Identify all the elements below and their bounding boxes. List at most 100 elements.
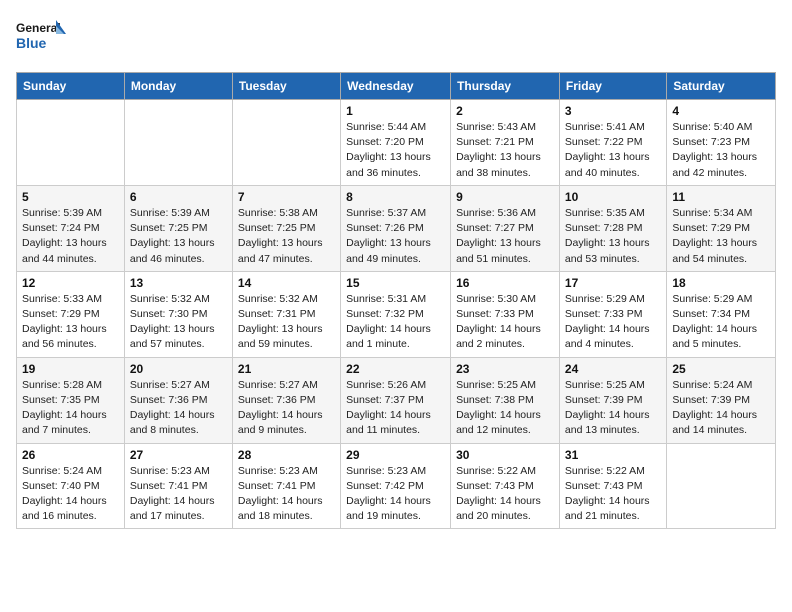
calendar-table: SundayMondayTuesdayWednesdayThursdayFrid… xyxy=(16,72,776,529)
day-number: 2 xyxy=(456,104,554,118)
calendar-cell: 16 Sunrise: 5:30 AMSunset: 7:33 PMDayligh… xyxy=(451,271,560,357)
calendar-cell: 21Sunrise: 5:27 AMSunset: 7:36 PMDayligh… xyxy=(232,357,340,443)
calendar-cell: 27 Sunrise: 5:23 AMSunset: 7:41 PMDayligh… xyxy=(124,443,232,529)
day-number: 18 xyxy=(672,276,770,290)
calendar-cell: 7 Sunrise: 5:38 AMSunset: 7:25 PMDaylight… xyxy=(232,185,340,271)
day-info: Sunrise: 5:25 AMSunset: 7:39 PMDaylight:… xyxy=(565,378,661,439)
calendar-cell: 4 Sunrise: 5:40 AMSunset: 7:23 PMDaylight… xyxy=(667,100,776,186)
day-header-wednesday: Wednesday xyxy=(341,73,451,100)
day-number: 16 xyxy=(456,276,554,290)
day-number: 3 xyxy=(565,104,661,118)
day-number: 30 xyxy=(456,448,554,462)
day-info: Sunrise: 5:29 AMSunset: 7:33 PMDaylight:… xyxy=(565,292,661,353)
calendar-week-2: 5Sunrise: 5:39 AMSunset: 7:24 PMDaylight… xyxy=(17,185,776,271)
day-number: 28 xyxy=(238,448,335,462)
day-info: Sunrise: 5:40 AMSunset: 7:23 PMDaylight:… xyxy=(672,120,770,181)
calendar-cell xyxy=(124,100,232,186)
day-header-tuesday: Tuesday xyxy=(232,73,340,100)
day-number: 24 xyxy=(565,362,661,376)
calendar-cell: 6Sunrise: 5:39 AMSunset: 7:25 PMDaylight… xyxy=(124,185,232,271)
svg-text:Blue: Blue xyxy=(16,35,47,51)
calendar-cell: 5Sunrise: 5:39 AMSunset: 7:24 PMDaylight… xyxy=(17,185,125,271)
calendar-cell: 26 Sunrise: 5:24 AMSunset: 7:40 PMDayligh… xyxy=(17,443,125,529)
calendar-week-5: 26 Sunrise: 5:24 AMSunset: 7:40 PMDayligh… xyxy=(17,443,776,529)
calendar-cell: 9Sunrise: 5:36 AMSunset: 7:27 PMDaylight… xyxy=(451,185,560,271)
calendar-cell: 10 Sunrise: 5:35 AMSunset: 7:28 PMDayligh… xyxy=(559,185,666,271)
day-info: Sunrise: 5:24 AMSunset: 7:39 PMDaylight:… xyxy=(672,378,770,439)
day-info: Sunrise: 5:32 AMSunset: 7:30 PMDaylight:… xyxy=(130,292,227,353)
calendar-week-3: 12 Sunrise: 5:33 AMSunset: 7:29 PMDayligh… xyxy=(17,271,776,357)
day-header-saturday: Saturday xyxy=(667,73,776,100)
day-info: Sunrise: 5:44 AMSunset: 7:20 PMDaylight:… xyxy=(346,120,445,181)
calendar-cell: 28 Sunrise: 5:23 AMSunset: 7:41 PMDayligh… xyxy=(232,443,340,529)
calendar-cell: 11 Sunrise: 5:34 AMSunset: 7:29 PMDayligh… xyxy=(667,185,776,271)
day-number: 22 xyxy=(346,362,445,376)
day-number: 27 xyxy=(130,448,227,462)
day-info: Sunrise: 5:38 AMSunset: 7:25 PMDaylight:… xyxy=(238,206,335,267)
calendar-header-row: SundayMondayTuesdayWednesdayThursdayFrid… xyxy=(17,73,776,100)
calendar-cell: 8 Sunrise: 5:37 AMSunset: 7:26 PMDaylight… xyxy=(341,185,451,271)
day-info: Sunrise: 5:23 AMSunset: 7:41 PMDaylight:… xyxy=(238,464,335,525)
calendar-cell: 29Sunrise: 5:23 AMSunset: 7:42 PMDayligh… xyxy=(341,443,451,529)
calendar-cell: 3Sunrise: 5:41 AMSunset: 7:22 PMDaylight… xyxy=(559,100,666,186)
day-number: 7 xyxy=(238,190,335,204)
day-number: 4 xyxy=(672,104,770,118)
calendar-cell: 30Sunrise: 5:22 AMSunset: 7:43 PMDayligh… xyxy=(451,443,560,529)
day-info: Sunrise: 5:37 AMSunset: 7:26 PMDaylight:… xyxy=(346,206,445,267)
calendar-cell xyxy=(667,443,776,529)
day-info: Sunrise: 5:35 AMSunset: 7:28 PMDaylight:… xyxy=(565,206,661,267)
day-info: Sunrise: 5:28 AMSunset: 7:35 PMDaylight:… xyxy=(22,378,119,439)
day-number: 13 xyxy=(130,276,227,290)
day-number: 15 xyxy=(346,276,445,290)
day-number: 14 xyxy=(238,276,335,290)
day-info: Sunrise: 5:25 AMSunset: 7:38 PMDaylight:… xyxy=(456,378,554,439)
day-info: Sunrise: 5:33 AMSunset: 7:29 PMDaylight:… xyxy=(22,292,119,353)
calendar-cell: 18 Sunrise: 5:29 AMSunset: 7:34 PMDayligh… xyxy=(667,271,776,357)
calendar-cell: 24 Sunrise: 5:25 AMSunset: 7:39 PMDayligh… xyxy=(559,357,666,443)
day-number: 6 xyxy=(130,190,227,204)
calendar-cell: 14 Sunrise: 5:32 AMSunset: 7:31 PMDayligh… xyxy=(232,271,340,357)
day-number: 26 xyxy=(22,448,119,462)
calendar-cell: 13 Sunrise: 5:32 AMSunset: 7:30 PMDayligh… xyxy=(124,271,232,357)
calendar-cell: 25 Sunrise: 5:24 AMSunset: 7:39 PMDayligh… xyxy=(667,357,776,443)
calendar-cell: 1 Sunrise: 5:44 AMSunset: 7:20 PMDaylight… xyxy=(341,100,451,186)
calendar-cell: 2 Sunrise: 5:43 AMSunset: 7:21 PMDaylight… xyxy=(451,100,560,186)
day-number: 19 xyxy=(22,362,119,376)
day-info: Sunrise: 5:23 AMSunset: 7:42 PMDaylight:… xyxy=(346,464,445,525)
day-info: Sunrise: 5:27 AMSunset: 7:36 PMDaylight:… xyxy=(130,378,227,439)
logo: General Blue xyxy=(16,16,66,60)
day-info: Sunrise: 5:22 AMSunset: 7:43 PMDaylight:… xyxy=(565,464,661,525)
calendar-cell: 20Sunrise: 5:27 AMSunset: 7:36 PMDayligh… xyxy=(124,357,232,443)
day-info: Sunrise: 5:23 AMSunset: 7:41 PMDaylight:… xyxy=(130,464,227,525)
calendar-cell xyxy=(17,100,125,186)
calendar-cell xyxy=(232,100,340,186)
day-number: 9 xyxy=(456,190,554,204)
day-header-sunday: Sunday xyxy=(17,73,125,100)
day-header-monday: Monday xyxy=(124,73,232,100)
logo-svg: General Blue xyxy=(16,16,66,60)
day-info: Sunrise: 5:32 AMSunset: 7:31 PMDaylight:… xyxy=(238,292,335,353)
day-number: 25 xyxy=(672,362,770,376)
day-number: 11 xyxy=(672,190,770,204)
day-info: Sunrise: 5:39 AMSunset: 7:24 PMDaylight:… xyxy=(22,206,119,267)
day-number: 10 xyxy=(565,190,661,204)
calendar-cell: 22Sunrise: 5:26 AMSunset: 7:37 PMDayligh… xyxy=(341,357,451,443)
calendar-cell: 15 Sunrise: 5:31 AMSunset: 7:32 PMDayligh… xyxy=(341,271,451,357)
day-info: Sunrise: 5:29 AMSunset: 7:34 PMDaylight:… xyxy=(672,292,770,353)
calendar-week-1: 1 Sunrise: 5:44 AMSunset: 7:20 PMDaylight… xyxy=(17,100,776,186)
day-info: Sunrise: 5:30 AMSunset: 7:33 PMDaylight:… xyxy=(456,292,554,353)
calendar-week-4: 19 Sunrise: 5:28 AMSunset: 7:35 PMDayligh… xyxy=(17,357,776,443)
day-header-friday: Friday xyxy=(559,73,666,100)
day-header-thursday: Thursday xyxy=(451,73,560,100)
day-number: 12 xyxy=(22,276,119,290)
day-number: 21 xyxy=(238,362,335,376)
day-info: Sunrise: 5:24 AMSunset: 7:40 PMDaylight:… xyxy=(22,464,119,525)
calendar-cell: 19 Sunrise: 5:28 AMSunset: 7:35 PMDayligh… xyxy=(17,357,125,443)
day-info: Sunrise: 5:31 AMSunset: 7:32 PMDaylight:… xyxy=(346,292,445,353)
day-number: 1 xyxy=(346,104,445,118)
day-number: 31 xyxy=(565,448,661,462)
day-info: Sunrise: 5:43 AMSunset: 7:21 PMDaylight:… xyxy=(456,120,554,181)
day-number: 8 xyxy=(346,190,445,204)
day-info: Sunrise: 5:34 AMSunset: 7:29 PMDaylight:… xyxy=(672,206,770,267)
calendar-cell: 23Sunrise: 5:25 AMSunset: 7:38 PMDayligh… xyxy=(451,357,560,443)
